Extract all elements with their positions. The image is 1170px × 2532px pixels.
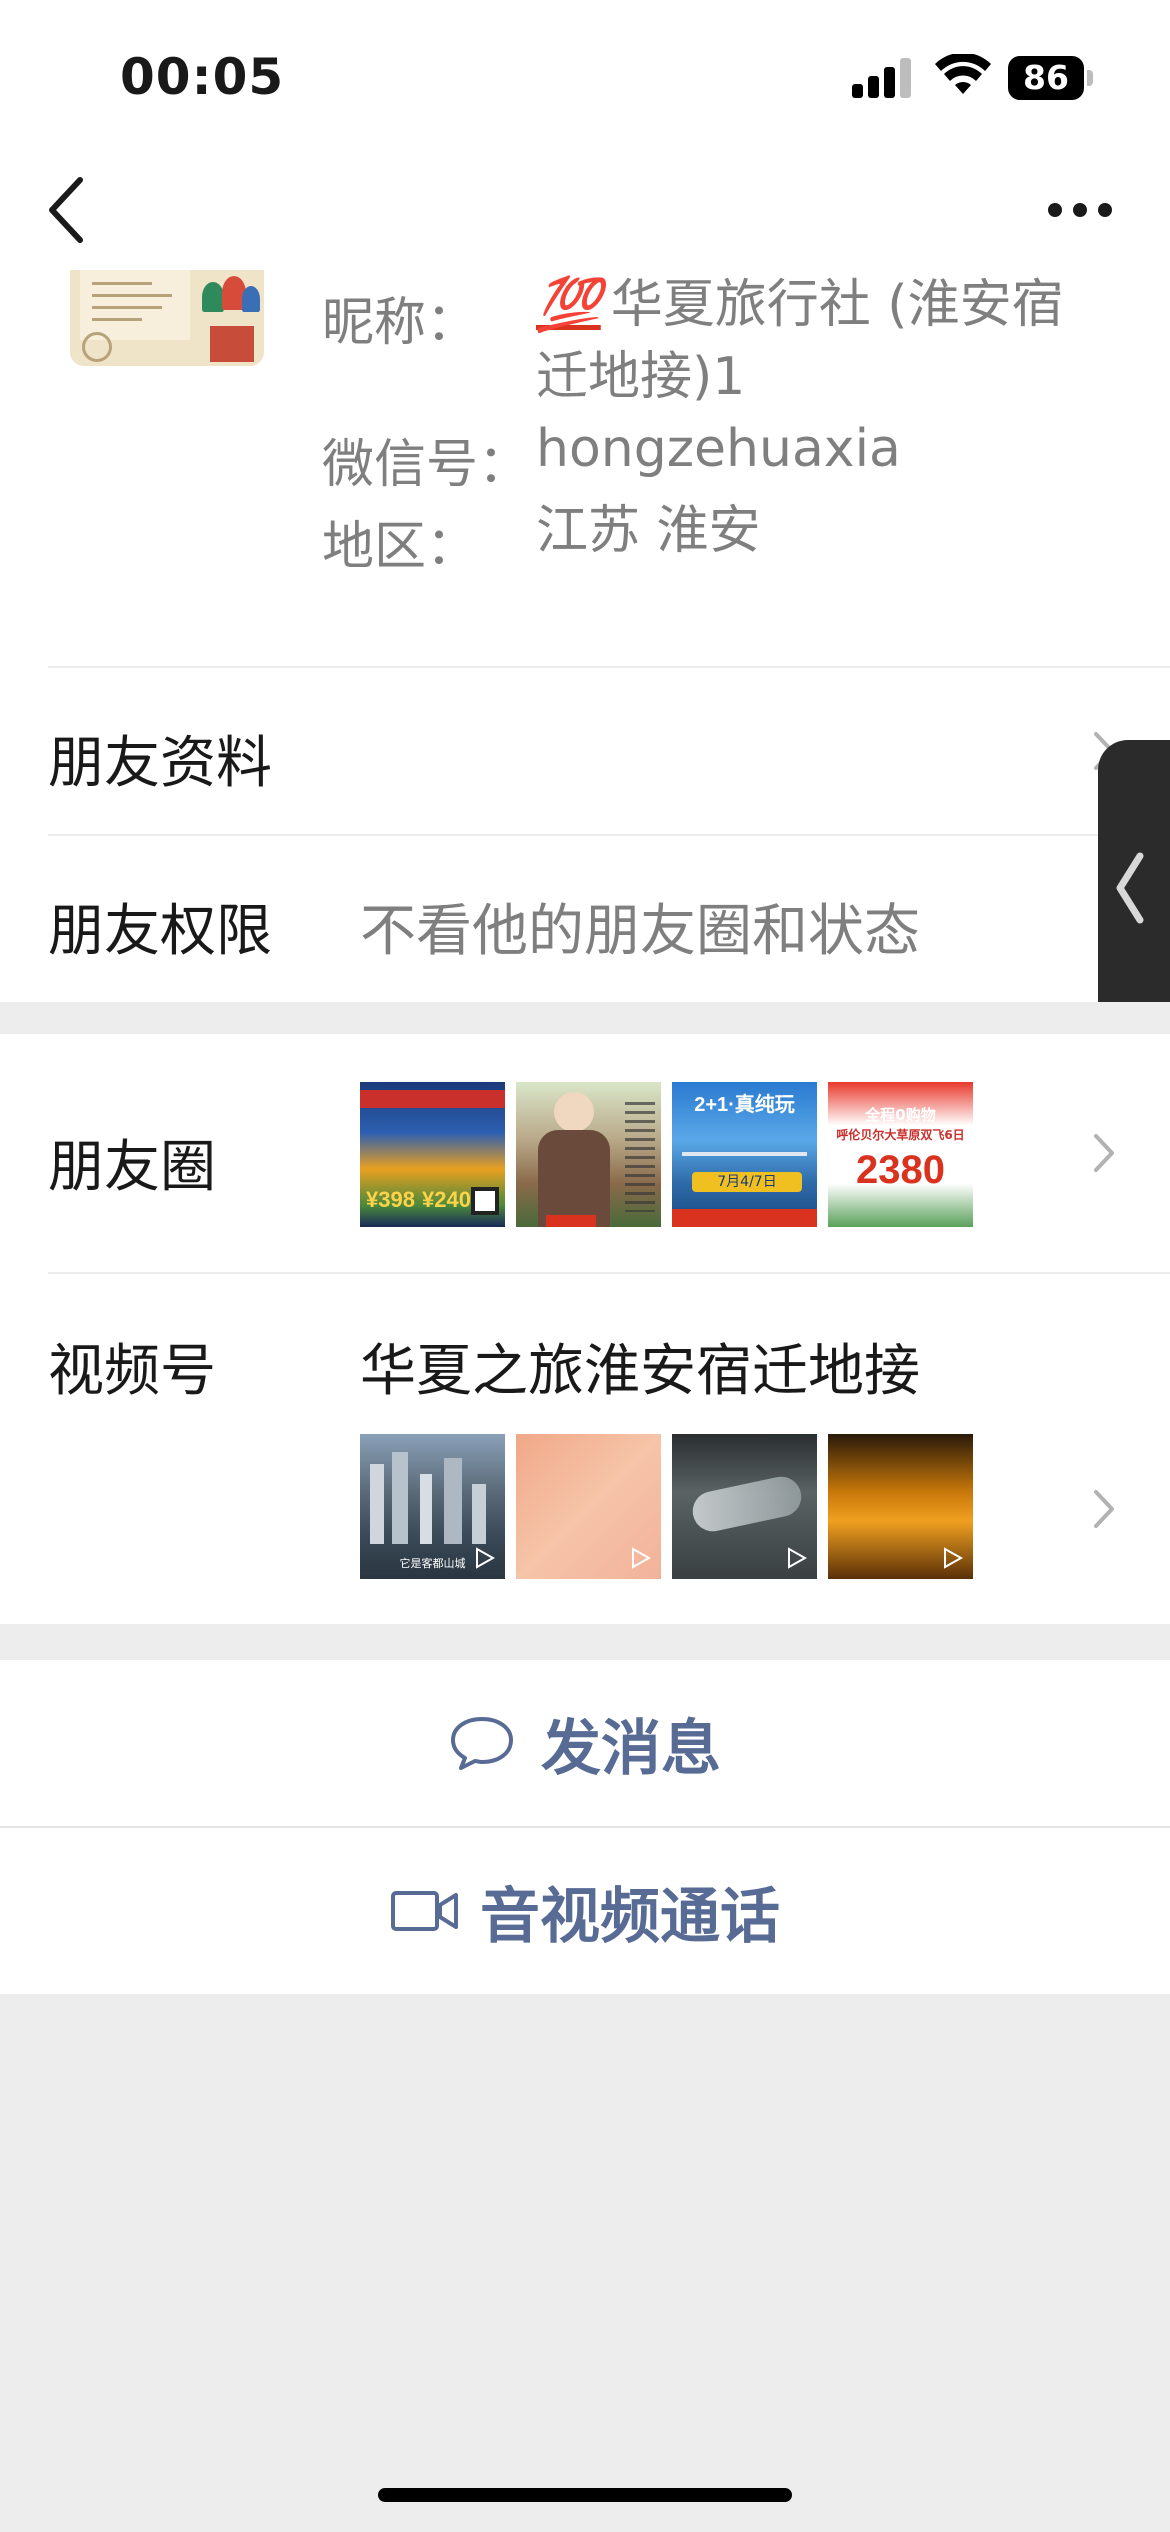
friend-info-label: 朋友资料 [48, 731, 272, 796]
cellular-signal-icon [852, 58, 914, 98]
status-bar: 00:05 86 [0, 0, 1170, 150]
channels-label: 视频号 [48, 1339, 216, 1404]
send-message-label: 发消息 [541, 1713, 721, 1784]
avatar[interactable] [70, 270, 264, 366]
moments-label: 朋友圈 [48, 1135, 216, 1200]
wifi-icon [935, 54, 991, 94]
moments-thumb-1: ¥398 ¥240 [360, 1082, 505, 1227]
moments-thumb-2 [516, 1082, 661, 1227]
video-camera-icon [391, 1891, 458, 1931]
region-label: 地区： [322, 517, 479, 577]
moments-channels-section: 朋友圈 ¥398 ¥240 2+1·真纯玩 7月4/7日 全程0购物 呼伦贝尔大… [0, 1034, 1170, 1624]
channels-thumb-1: 它是客都山城 [360, 1434, 505, 1579]
chevron-right-icon [1094, 1134, 1114, 1172]
friend-permission-row[interactable]: 朋友权限 不看他的朋友圈和状态 [0, 836, 1170, 1002]
back-arrow-icon[interactable] [40, 172, 100, 248]
channels-thumb-3 [672, 1434, 817, 1579]
nickname-label: 昵称： [322, 293, 479, 353]
moments-thumb-3: 2+1·真纯玩 7月4/7日 [672, 1082, 817, 1227]
battery-level: 86 [1008, 56, 1084, 100]
play-icon [632, 1547, 651, 1569]
moments-thumb-4: 全程0购物 呼伦贝尔大草原双飞6日 2380 [828, 1082, 973, 1227]
video-call-label: 音视频通话 [480, 1881, 780, 1952]
section-gap [0, 1624, 1170, 1660]
home-indicator[interactable] [378, 2488, 792, 2502]
video-call-button[interactable]: 音视频通话 [0, 1828, 1170, 1994]
wechat-id-value: hongzehuaxia [536, 419, 901, 479]
send-message-button[interactable]: 发消息 [0, 1660, 1170, 1826]
wechat-id-label: 微信号： [322, 435, 531, 495]
play-icon [476, 1547, 495, 1569]
moments-row[interactable]: 朋友圈 ¥398 ¥240 2+1·真纯玩 7月4/7日 全程0购物 呼伦贝尔大… [0, 1034, 1170, 1272]
nav-bar [0, 150, 1170, 270]
chevron-left-icon [1116, 852, 1144, 924]
nickname-value: 💯 华夏旅行社 (淮安宿 [536, 275, 1064, 335]
channels-row[interactable]: 视频号 华夏之旅淮安宿迁地接 它是客都山城 [0, 1274, 1170, 1624]
friend-permission-value: 不看他的朋友圈和状态 [360, 899, 920, 964]
battery-icon: 86 [1008, 56, 1093, 100]
hundred-points-emoji: 💯 [536, 275, 601, 335]
section-gap [0, 1002, 1170, 1034]
chat-bubble-icon [451, 1717, 513, 1770]
play-icon [944, 1547, 963, 1569]
friend-info-row[interactable]: 朋友资料 [0, 668, 1170, 834]
chevron-right-icon [1094, 1490, 1114, 1528]
profile-section: 昵称： 💯 华夏旅行社 (淮安宿 迁地接)1 微信号： hongzehuaxia … [0, 270, 1170, 1002]
play-icon [788, 1547, 807, 1569]
channels-thumb-2 [516, 1434, 661, 1579]
friend-permission-label: 朋友权限 [48, 899, 272, 964]
side-drawer-handle[interactable] [1098, 740, 1170, 1030]
channels-thumb-4 [828, 1434, 973, 1579]
qr-code-icon [471, 1187, 499, 1215]
channels-account-name: 华夏之旅淮安宿迁地接 [360, 1339, 920, 1404]
nickname-value-line2: 迁地接)1 [536, 347, 746, 407]
more-options-icon[interactable] [1040, 190, 1120, 230]
region-value: 江苏 淮安 [536, 501, 761, 561]
status-time: 00:05 [120, 48, 285, 106]
